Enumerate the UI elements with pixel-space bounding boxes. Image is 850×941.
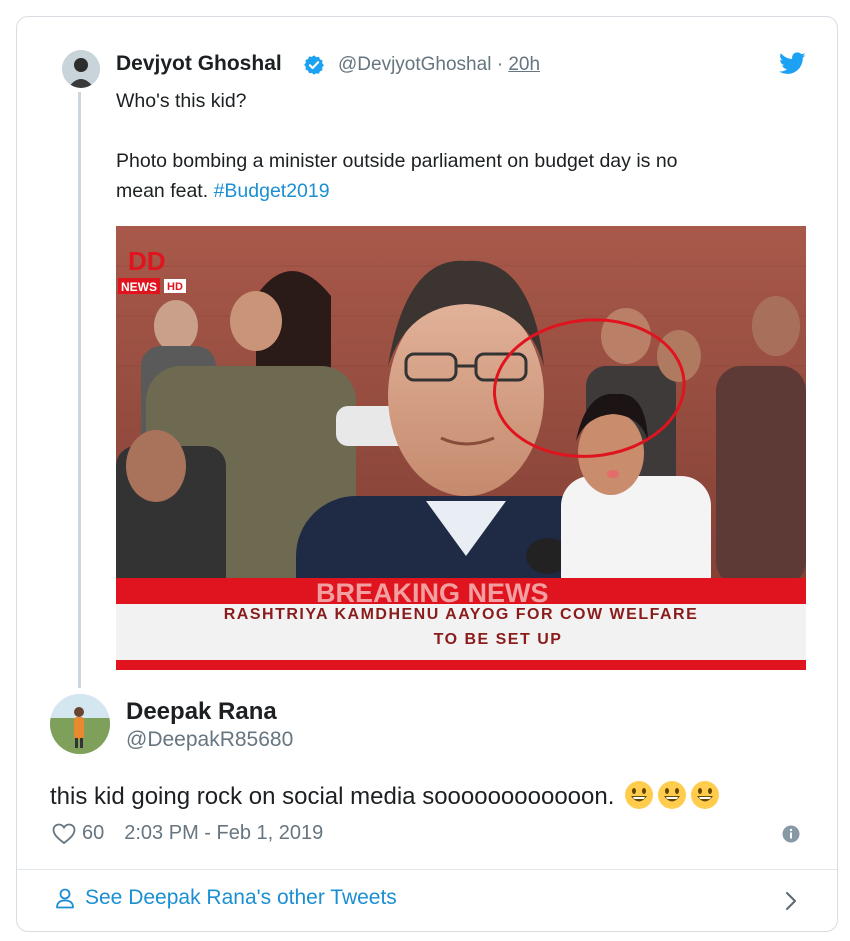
quoted-tweet-line2: Photo bombing a minister outside parliam… bbox=[116, 150, 678, 172]
tweet-text-line: this kid going rock on social media sooo… bbox=[50, 780, 720, 811]
deepak-avatar[interactable] bbox=[50, 694, 110, 754]
quoted-tweet-line3-prefix: mean feat. bbox=[116, 180, 214, 202]
separator-dot: · bbox=[496, 54, 504, 75]
info-icon[interactable] bbox=[782, 825, 800, 843]
tweet-media-photo[interactable]: DD NEWS HD BREAKING NEWS RASHTRIYA KAMDH… bbox=[116, 226, 806, 670]
dd-logo-text: DD bbox=[128, 246, 166, 276]
quoted-author-name[interactable]: Devjyot Ghoshal bbox=[116, 52, 282, 76]
grinning-face-emoji bbox=[691, 781, 720, 809]
quoted-author-handle-line: @DevjyotGhoshal · 20h bbox=[338, 54, 540, 76]
quoted-author-handle[interactable]: @DevjyotGhoshal bbox=[338, 54, 491, 75]
devjyot-avatar[interactable] bbox=[62, 50, 100, 88]
dd-hd-label: HD bbox=[167, 281, 183, 293]
tweet-text: this kid going rock on social media sooo… bbox=[50, 783, 615, 810]
tweet-author-handle[interactable]: @DeepakR85680 bbox=[126, 728, 293, 752]
heart-icon[interactable] bbox=[52, 823, 76, 845]
grinning-face-emoji bbox=[625, 781, 654, 809]
grinning-face-emoji bbox=[658, 781, 687, 809]
footer-divider bbox=[17, 869, 837, 870]
tweet-author-name[interactable]: Deepak Rana bbox=[126, 698, 277, 726]
news-scene-illustration: DD NEWS HD BREAKING NEWS RASHTRIYA KAMDH… bbox=[116, 226, 806, 670]
see-other-tweets-link[interactable]: See Deepak Rana's other Tweets bbox=[54, 886, 397, 910]
dd-news-label: NEWS bbox=[121, 280, 157, 294]
tweet-timestamp[interactable]: 2:03 PM - Feb 1, 2019 bbox=[124, 822, 323, 845]
chevron-right-icon[interactable] bbox=[784, 890, 798, 912]
quoted-tweet-line1: Who's this kid? bbox=[116, 90, 247, 112]
person-icon bbox=[56, 888, 74, 909]
see-other-tweets-label[interactable]: See Deepak Rana's other Tweets bbox=[85, 886, 397, 910]
tweet-meta-row: 60 2:03 PM - Feb 1, 2019 bbox=[52, 822, 323, 845]
hashtag-link[interactable]: #Budget2019 bbox=[214, 180, 330, 202]
like-count[interactable]: 60 bbox=[82, 822, 104, 845]
verified-badge-icon bbox=[304, 55, 324, 75]
twitter-bird-icon[interactable] bbox=[779, 52, 806, 75]
thread-connector-line bbox=[78, 92, 81, 688]
headline-line2: TO BE SET UP bbox=[434, 631, 563, 648]
quoted-tweet-line3: mean feat. #Budget2019 bbox=[116, 176, 330, 206]
quoted-tweet-time[interactable]: 20h bbox=[508, 54, 540, 75]
headline-line1: RASHTRIYA KAMDHENU AAYOG FOR COW WELFARE bbox=[224, 606, 699, 623]
breaking-news-ticker: BREAKING NEWS bbox=[316, 578, 549, 608]
